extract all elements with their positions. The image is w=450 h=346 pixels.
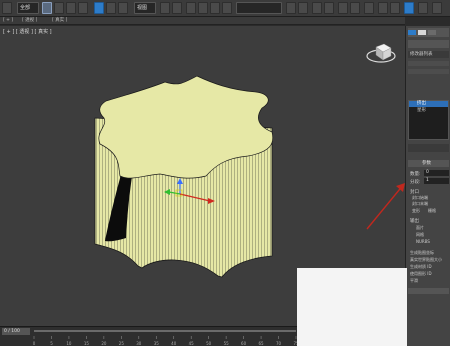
ruler-tick-label: 40 (171, 341, 177, 346)
ruler-tick-label: 50 (206, 341, 212, 346)
render-frame-window-icon[interactable] (432, 2, 442, 14)
object-name-field[interactable] (408, 40, 449, 48)
gen-mat-ids-checkbox[interactable]: 生成材质 ID (410, 264, 432, 270)
segments-label: 分段: (410, 180, 421, 185)
select-by-name-icon[interactable] (54, 2, 64, 14)
output-mesh-radio[interactable]: 网格 (416, 232, 424, 238)
angle-snap-icon[interactable] (198, 2, 208, 14)
move-icon[interactable] (94, 2, 104, 14)
ruler-tick-label: 20 (101, 341, 107, 346)
amount-label: 数量: (410, 172, 421, 177)
ruler-tick-label: 60 (241, 341, 247, 346)
ruler-tick-label: 45 (189, 341, 195, 346)
command-panel: 修改器列表 挤出 星形 参数 数量: 0 分段: 1 封口 封口始端 封口末端 … (405, 26, 450, 346)
annotation-arrow-icon (366, 183, 405, 230)
mirror-icon[interactable] (286, 2, 296, 14)
smooth-checkbox[interactable]: 平滑 (410, 278, 418, 284)
watermark-region (297, 268, 407, 346)
ruler-tick-label: 30 (136, 341, 142, 346)
output-nurbs-radio[interactable]: NURBS (416, 239, 430, 244)
ruler-tick-label: 10 (66, 341, 72, 346)
ruler-tick-label: 55 (224, 341, 230, 346)
ruler-tick-label: 5 (50, 341, 53, 346)
panel-footer-divider (408, 288, 449, 294)
frame-counter[interactable]: 0 / 100 (2, 328, 30, 335)
selection-filter-dropdown[interactable]: 全部 (17, 2, 39, 14)
rendered-frame-icon[interactable] (390, 2, 400, 14)
layer-manager-icon[interactable] (312, 2, 322, 14)
parameters-rollout-header[interactable]: 参数 (408, 160, 449, 167)
material-editor-icon[interactable] (364, 2, 374, 14)
grid-radio[interactable]: 栅格 (428, 208, 436, 214)
stack-item-star[interactable]: 星形 (409, 108, 448, 114)
rotate-icon[interactable] (106, 2, 116, 14)
select-manipulate-icon[interactable] (172, 2, 182, 14)
ruler-tick-label: 35 (154, 341, 160, 346)
viewcube-icon[interactable] (366, 43, 396, 63)
align-icon[interactable] (298, 2, 308, 14)
reference-coord-dropdown[interactable]: 视图 (134, 2, 156, 14)
viewport-menu-plus[interactable]: [ + ] (3, 17, 13, 25)
main-toolbar: 全部 视图 (0, 0, 450, 17)
snap-toggle-icon[interactable] (186, 2, 196, 14)
create-tab-icon[interactable] (408, 30, 416, 35)
spinner-snap-icon[interactable] (222, 2, 232, 14)
viewport-menu-shading[interactable]: [ 真实 ] (52, 17, 67, 25)
output-patch-radio[interactable]: 面片 (416, 225, 424, 231)
stack-item-extrude[interactable]: 挤出 (409, 101, 448, 107)
schematic-view-icon[interactable] (350, 2, 360, 14)
window-crossing-icon[interactable] (78, 2, 88, 14)
cap-end-checkbox[interactable]: 封口末端 (412, 201, 428, 207)
modifier-list-dropdown[interactable]: 修改器列表 (408, 51, 449, 58)
modifier-divider (408, 61, 449, 66)
viewport-tab-strip: [ + ] [ 透视 ] [ 真实 ] (0, 17, 405, 25)
viewport-menu-pov[interactable]: [ 透视 ] (22, 17, 37, 25)
viewport-label[interactable]: [ + ] [ 透视 ] [ 真实 ] (3, 28, 52, 35)
ruler-tick-label: 0 (33, 341, 36, 346)
named-selection-dropdown[interactable] (236, 2, 282, 14)
hierarchy-tab-icon[interactable] (428, 30, 436, 35)
curve-editor-icon[interactable] (338, 2, 348, 14)
render-setup-icon[interactable] (378, 2, 388, 14)
gen-mapping-checkbox[interactable]: 生成贴图坐标 (410, 250, 434, 256)
real-world-checkbox[interactable]: 真实世界贴图大小 (410, 257, 442, 263)
undo-button[interactable] (2, 2, 12, 14)
select-object-icon[interactable] (42, 2, 52, 14)
ruler-tick-label: 70 (276, 341, 282, 346)
quick-render-icon[interactable] (418, 2, 428, 14)
output-group-label: 输出 (410, 219, 419, 224)
stack-tools[interactable] (408, 144, 449, 152)
render-icon[interactable] (404, 2, 414, 14)
modify-tab-icon[interactable] (418, 30, 426, 35)
time-slider-track[interactable] (34, 330, 296, 332)
use-shape-ids-checkbox[interactable]: 使用图形 ID (410, 271, 432, 277)
ribbon-icon[interactable] (324, 2, 334, 14)
ruler-tick-label: 65 (259, 341, 265, 346)
ruler-tick-label: 15 (84, 341, 90, 346)
percent-snap-icon[interactable] (210, 2, 220, 14)
segments-spinner[interactable]: 1 (424, 178, 449, 184)
modifier-divider (408, 69, 449, 74)
rect-select-icon[interactable] (66, 2, 76, 14)
amount-spinner[interactable]: 0 (424, 170, 449, 176)
pivot-icon[interactable] (160, 2, 170, 14)
ruler-tick-label: 25 (119, 341, 125, 346)
morph-radio[interactable]: 变形 (412, 208, 420, 214)
scale-icon[interactable] (118, 2, 128, 14)
